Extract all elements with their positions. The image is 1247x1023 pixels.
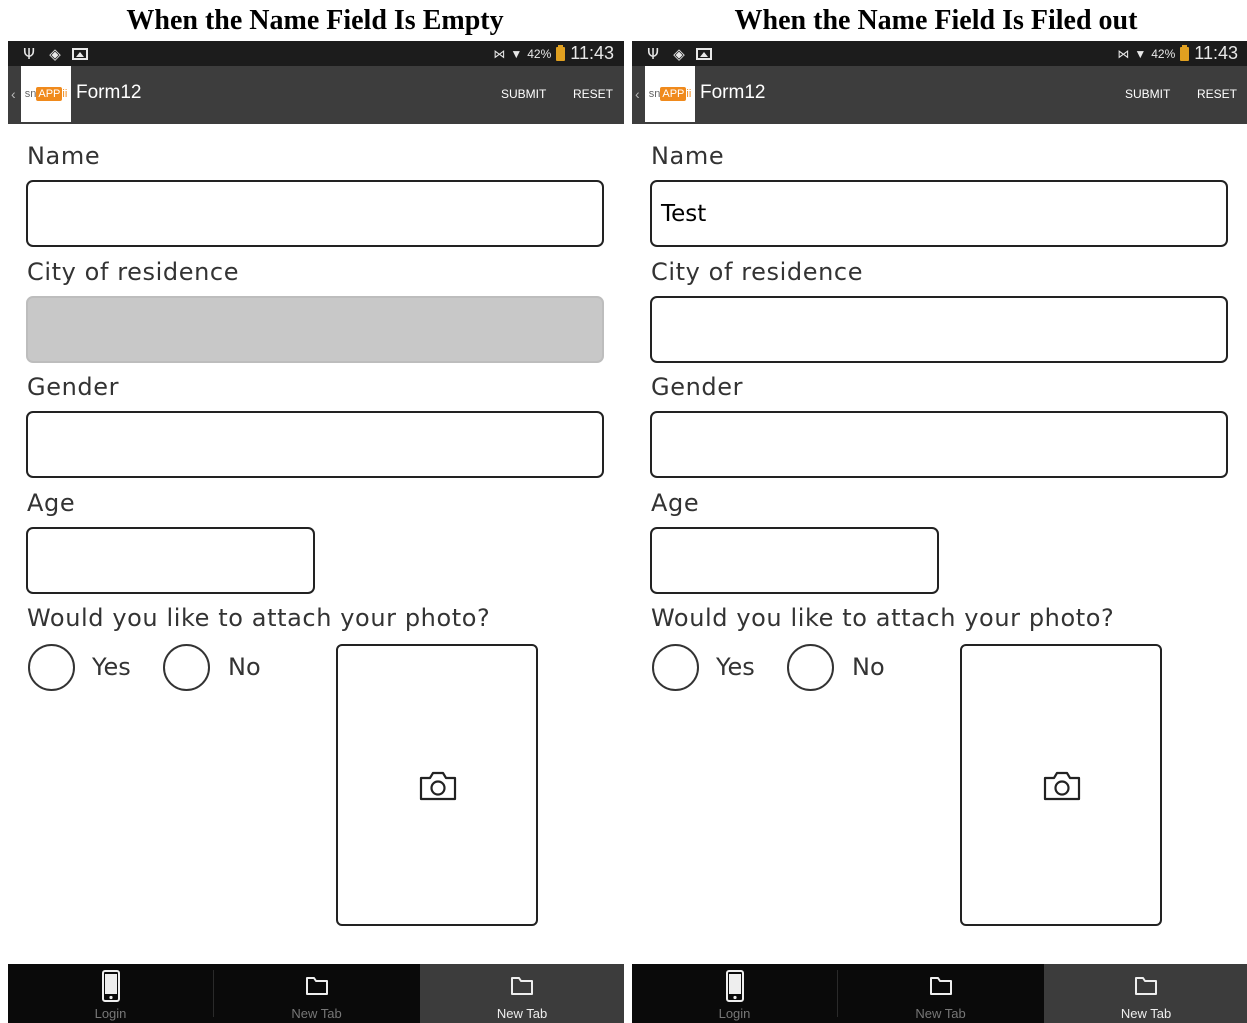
- radio-yes-label: Yes: [716, 653, 755, 681]
- age-label: Age: [27, 489, 76, 517]
- name-label: Name: [27, 142, 101, 170]
- logo-text-sn: sn: [648, 88, 661, 100]
- phone-icon: [725, 970, 744, 1002]
- bottom-tab-bar: Login New Tab New Tab: [632, 964, 1247, 1023]
- usb-icon: Ψ: [647, 44, 659, 63]
- tab-new-tab-2[interactable]: New Tab: [1044, 964, 1247, 1023]
- tab-new-tab-1[interactable]: New Tab: [838, 964, 1043, 1023]
- tab-new-tab-2-label: New Tab: [496, 1006, 548, 1021]
- phone-screen-empty-name: Ψ ◈ ⋈ ▼ 42% 11:43 ‹ sn APP ii Form12 SUBMI…: [8, 41, 624, 1023]
- logo-text-ii: ii: [62, 88, 68, 100]
- location-icon: ◈: [49, 44, 61, 63]
- action-bar: ‹ sn APP ii Form12 SUBMIT RESET: [632, 66, 1247, 124]
- name-field[interactable]: Test: [650, 180, 1228, 247]
- battery-icon: [1180, 44, 1190, 61]
- name-label: Name: [651, 142, 725, 170]
- phone-screen-filled-name: Ψ ◈ ⋈ ▼ 42% 11:43 ‹ sn APP ii Form12 SUBMI…: [632, 41, 1247, 1023]
- back-chevron-icon[interactable]: ‹: [635, 86, 640, 102]
- app-title: Form12: [700, 82, 766, 103]
- radio-yes-label: Yes: [92, 653, 131, 681]
- photo-upload-box[interactable]: [960, 644, 1162, 926]
- wifi-icon: ▼: [510, 46, 523, 61]
- tab-new-tab-1-label: New Tab: [915, 1006, 966, 1021]
- camera-icon: [419, 771, 457, 801]
- usb-icon: Ψ: [23, 44, 35, 63]
- clock: 11:43: [570, 43, 614, 63]
- folder-icon: [1135, 977, 1157, 995]
- photo-question: Would you like to attach your photo?: [651, 604, 1115, 632]
- age-label: Age: [651, 489, 700, 517]
- tab-new-tab-2[interactable]: New Tab: [420, 964, 624, 1023]
- photo-upload-box[interactable]: [336, 644, 538, 926]
- phone-icon: [101, 970, 120, 1002]
- city-field[interactable]: [26, 296, 604, 363]
- clock: 11:43: [1194, 43, 1238, 63]
- gender-field[interactable]: [26, 411, 604, 478]
- wifi-icon: ▼: [1134, 46, 1147, 61]
- status-bar: Ψ ◈ ⋈ ▼ 42% 11:43: [632, 41, 1247, 66]
- submit-button[interactable]: SUBMIT: [501, 87, 546, 101]
- heading-empty-name: When the Name Field Is Empty: [126, 5, 504, 36]
- gender-field[interactable]: [650, 411, 1228, 478]
- app-title: Form12: [76, 82, 142, 103]
- battery-percent: 42%: [1151, 46, 1176, 61]
- radio-no-label: No: [228, 653, 261, 681]
- status-bar: Ψ ◈ ⋈ ▼ 42% 11:43: [8, 41, 624, 66]
- battery-percent: 42%: [527, 46, 552, 61]
- vibrate-icon: ⋈: [493, 46, 506, 61]
- photo-question: Would you like to attach your photo?: [27, 604, 491, 632]
- folder-icon: [305, 977, 328, 995]
- app-logo[interactable]: sn APP ii: [21, 66, 71, 122]
- tab-new-tab-2-label: New Tab: [1120, 1006, 1172, 1021]
- vibrate-icon: ⋈: [1117, 46, 1130, 61]
- image-icon: [696, 47, 712, 60]
- reset-button[interactable]: RESET: [573, 87, 613, 101]
- radio-no-label: No: [852, 653, 885, 681]
- logo-text-app: APP: [36, 87, 63, 101]
- logo-text-ii: ii: [686, 88, 692, 100]
- folder-icon: [511, 977, 533, 995]
- gender-label: Gender: [27, 373, 120, 401]
- battery-icon: [556, 44, 566, 61]
- tab-new-tab-1-label: New Tab: [291, 1006, 342, 1021]
- location-icon: ◈: [673, 44, 685, 63]
- camera-icon: [1043, 771, 1081, 801]
- logo-text-app: APP: [660, 87, 687, 101]
- logo-text-sn: sn: [24, 88, 37, 100]
- radio-yes[interactable]: [652, 644, 699, 691]
- radio-no[interactable]: [787, 644, 834, 691]
- city-label: City of residence: [651, 258, 864, 286]
- heading-filled-name: When the Name Field Is Filed out: [734, 5, 1138, 36]
- name-field[interactable]: [26, 180, 604, 247]
- tab-new-tab-1[interactable]: New Tab: [214, 964, 419, 1023]
- back-chevron-icon[interactable]: ‹: [11, 86, 16, 102]
- age-field[interactable]: [26, 527, 315, 594]
- gender-label: Gender: [651, 373, 744, 401]
- folder-icon: [929, 977, 952, 995]
- tab-login[interactable]: Login: [632, 964, 837, 1023]
- age-field[interactable]: [650, 527, 939, 594]
- radio-yes[interactable]: [28, 644, 75, 691]
- radio-no[interactable]: [163, 644, 210, 691]
- image-icon: [72, 47, 88, 60]
- app-logo[interactable]: sn APP ii: [645, 66, 695, 122]
- city-field[interactable]: [650, 296, 1228, 363]
- tab-login-label: Login: [718, 1006, 751, 1021]
- action-bar: ‹ sn APP ii Form12 SUBMIT RESET: [8, 66, 624, 124]
- submit-button[interactable]: SUBMIT: [1125, 87, 1170, 101]
- bottom-tab-bar: Login New Tab New Tab: [8, 964, 624, 1023]
- tab-login[interactable]: Login: [8, 964, 213, 1023]
- city-label: City of residence: [27, 258, 240, 286]
- reset-button[interactable]: RESET: [1197, 87, 1237, 101]
- tab-login-label: Login: [94, 1006, 127, 1021]
